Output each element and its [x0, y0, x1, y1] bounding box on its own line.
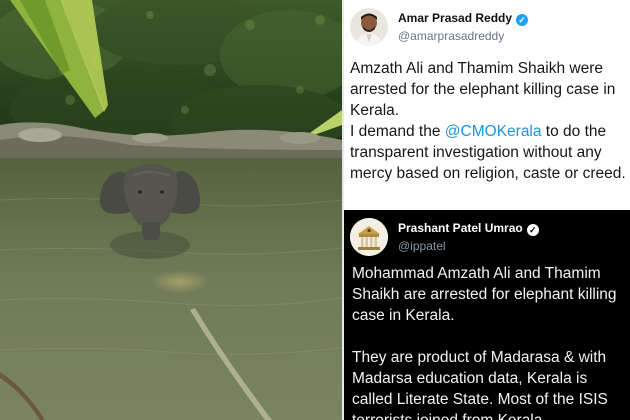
- verified-badge-icon: ✓: [526, 224, 539, 236]
- author-name[interactable]: Prashant Patel Umrao ✓: [398, 221, 539, 236]
- author-handle[interactable]: @amarprasadreddy: [398, 29, 504, 43]
- mention-link[interactable]: @CMOKerala: [445, 123, 542, 140]
- author-name[interactable]: Amar Prasad Reddy ✓: [398, 11, 529, 26]
- tweet-text-part1: Amzath Ali and Thamim Shaikh were arrest…: [350, 60, 616, 119]
- tweet-text-part2: I demand the: [350, 123, 445, 140]
- avatar[interactable]: [350, 218, 388, 256]
- verified-badge-icon: ✓: [516, 14, 529, 26]
- tweet-text: Amzath Ali and Thamim Shaikh were arrest…: [350, 58, 628, 184]
- tweet-card-amar[interactable]: Amar Prasad Reddy ✓ @amarprasadreddy Amza…: [344, 0, 630, 210]
- tweet-text: Mohammad Amzath Ali and Thamim Shaikh ar…: [352, 263, 628, 420]
- elephant-river-photo: [0, 0, 342, 420]
- tweet-paragraph: They are product of Madarasa & with Mada…: [352, 349, 608, 420]
- tweet-card-prashant[interactable]: Prashant Patel Umrao ✓ @ippatel Mohammad …: [344, 210, 630, 420]
- author-handle[interactable]: @ippatel: [398, 239, 446, 253]
- tweet-paragraph: Mohammad Amzath Ali and Thamim Shaikh ar…: [352, 265, 617, 324]
- avatar[interactable]: [350, 8, 388, 46]
